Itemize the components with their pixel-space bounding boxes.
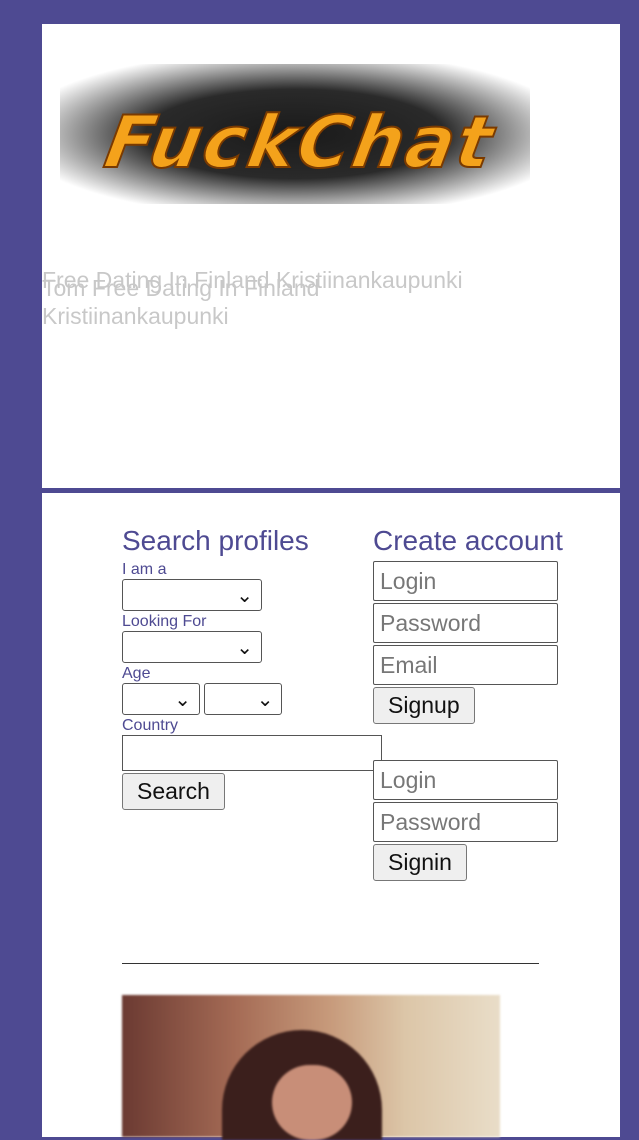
signup-button[interactable]: Signup — [373, 687, 475, 724]
i-am-select[interactable]: ⌄ — [122, 579, 262, 611]
photo-face — [272, 1065, 352, 1140]
signin-login-field[interactable]: Login — [373, 760, 558, 800]
chevron-down-icon: ⌄ — [256, 689, 274, 711]
age-min-select[interactable]: ⌄ — [122, 683, 200, 715]
main-content: Search profiles I am a ⌄ Looking For ⌄ A… — [42, 493, 620, 1140]
chevron-down-icon: ⌄ — [236, 585, 253, 607]
signin-button[interactable]: Signin — [373, 844, 467, 881]
search-button[interactable]: Search — [122, 773, 225, 810]
profile-photo[interactable] — [122, 995, 500, 1140]
search-heading: Search profiles — [122, 525, 309, 556]
age-label: Age — [122, 665, 151, 682]
page-frame-left — [0, 0, 42, 1137]
country-input[interactable] — [122, 735, 382, 771]
logo-text: FuckChat — [98, 99, 502, 185]
signup-email-field[interactable]: Email — [373, 645, 558, 685]
i-am-label: I am a — [122, 561, 167, 578]
site-logo[interactable]: FuckChat — [60, 64, 530, 204]
create-account-form: Create account Login Password Email Sign… — [373, 523, 573, 881]
signin-password-field[interactable]: Password — [373, 802, 558, 842]
looking-for-label: Looking For — [122, 613, 207, 630]
country-label: Country — [122, 717, 179, 734]
signup-password-field[interactable]: Password — [373, 603, 558, 643]
horizontal-rule — [122, 963, 539, 964]
header-card: FuckChat Free Dating In Finland Kristiin… — [42, 24, 620, 488]
chevron-down-icon: ⌄ — [236, 637, 253, 659]
create-account-heading: Create account — [373, 525, 563, 556]
age-max-select[interactable]: ⌄ — [204, 683, 283, 715]
search-profiles-form: Search profiles I am a ⌄ Looking For ⌄ A… — [122, 523, 382, 810]
looking-for-select[interactable]: ⌄ — [122, 631, 262, 663]
signup-login-field[interactable]: Login — [373, 561, 558, 601]
page-title-line-b: Tom Free Dating In Finland Kristiinankau… — [42, 275, 320, 329]
page-title: Free Dating In Finland Kristiinankaupunk… — [42, 266, 620, 346]
chevron-down-icon: ⌄ — [174, 689, 191, 711]
